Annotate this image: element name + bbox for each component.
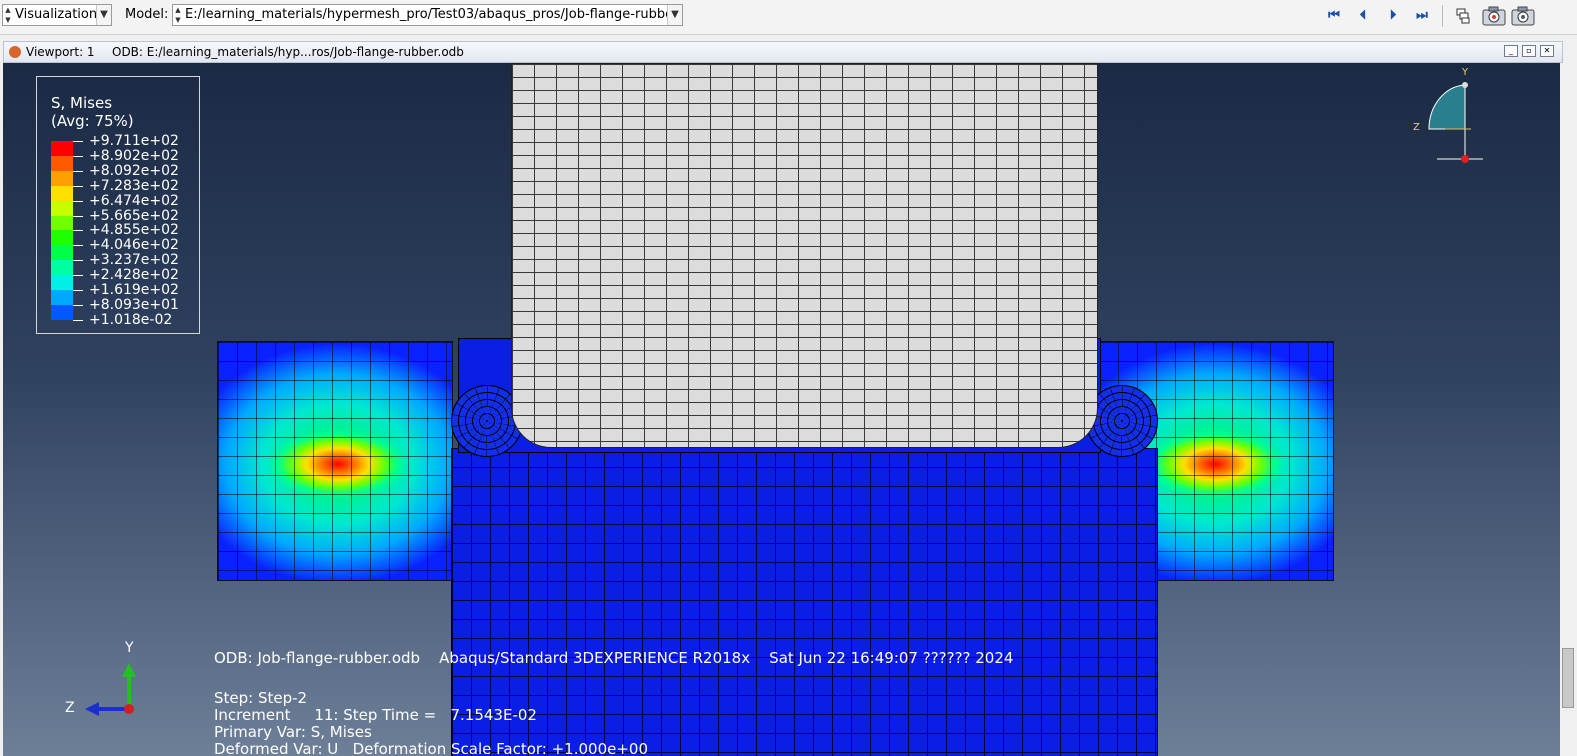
primary-var-info: Primary Var: S, Mises [214, 723, 372, 741]
restore-icon[interactable]: ▫ [1522, 45, 1536, 57]
top-toolbar: ▲ ▼ Visualization ▼ Model: ▲ ▼ E:/learning… [0, 0, 1577, 35]
legend-swatch [51, 230, 73, 246]
legend-tick [73, 155, 83, 157]
legend-subtitle: (Avg: 75%) [51, 112, 134, 130]
legend-tick [73, 245, 83, 247]
camera-icon[interactable] [1511, 5, 1535, 27]
legend-tick [73, 141, 83, 142]
legend-swatch [51, 155, 73, 171]
previous-frame-button[interactable]: ⏴ [1351, 6, 1373, 26]
legend-swatch [51, 185, 73, 201]
legend-tick [73, 275, 83, 277]
module-select-value: Visualization [15, 7, 98, 22]
shaft-mesh [511, 63, 1098, 448]
scrollbar-thumb[interactable] [1562, 648, 1574, 708]
axis-triad: Y Z [63, 640, 153, 723]
minimize-icon[interactable]: _ [1504, 45, 1518, 57]
legend-value: +7.283e+02 [89, 177, 179, 194]
left-flange-mesh [217, 341, 453, 581]
chevron-down-icon[interactable]: ▼ [96, 5, 111, 25]
step-info: Step: Step-2 [214, 689, 308, 707]
legend-value: +8.092e+02 [89, 162, 179, 179]
legend-value: +2.428e+02 [89, 267, 179, 284]
legend-swatch [51, 245, 73, 261]
legend-value: +3.237e+02 [89, 252, 179, 269]
next-frame-button[interactable]: ⏵ [1381, 6, 1403, 26]
legend-value: +8.902e+02 [89, 147, 179, 164]
legend-value: +1.619e+02 [89, 282, 179, 298]
legend-tick [73, 185, 83, 187]
viewport-icon [9, 46, 21, 58]
legend-swatch [51, 275, 73, 291]
view-orientation-widget[interactable]: Y Z [1411, 67, 1491, 167]
view-cube-z-label: Z [1413, 122, 1420, 133]
model-label: Model: [125, 7, 169, 22]
pipe-mesh [451, 448, 1158, 756]
legend-title: S, Mises [51, 94, 113, 112]
legend-value: +5.665e+02 [89, 207, 179, 224]
model-select-value: E:/learning_materials/hypermesh_pro/Test… [185, 7, 683, 22]
toolbar-separator [1442, 5, 1443, 27]
module-spin-icon[interactable]: ▲ ▼ [3, 5, 13, 25]
legend-tick [73, 319, 83, 321]
legend-value: +8.093e+01 [89, 296, 179, 313]
deformed-var-info: Deformed Var: U Deformation Scale Factor… [214, 740, 649, 756]
triad-z-label: Z [65, 700, 75, 716]
legend-tick [73, 290, 83, 291]
triad-y-label: Y [125, 640, 134, 656]
legend-swatch [51, 304, 73, 320]
last-frame-button[interactable]: ⏭ [1410, 6, 1432, 26]
view-cube-y-label: Y [1462, 67, 1469, 78]
chevron-down-icon[interactable]: ▼ [667, 5, 682, 25]
model-select[interactable]: ▲ ▼ E:/learning_materials/hypermesh_pro/T… [172, 4, 683, 26]
viewport-odb-path: ODB: E:/learning_materials/hyp...ros/Job… [112, 45, 464, 59]
stress-legend: S, Mises (Avg: 75%) +9.711e+02 +8.902e+02… [36, 76, 200, 334]
first-frame-button[interactable]: ⏮ [1322, 6, 1344, 26]
legend-value: +6.474e+02 [89, 192, 179, 209]
legend-swatch [51, 215, 73, 231]
model-spin-icon[interactable]: ▲ ▼ [173, 5, 183, 25]
legend-tick [73, 260, 83, 262]
legend-tick [73, 170, 83, 172]
legend-tick [73, 200, 83, 202]
legend-tick [73, 230, 83, 232]
legend-value: +4.046e+02 [89, 237, 179, 254]
odb-info-line: ODB: Job-flange-rubber.odb Abaqus/Standa… [214, 649, 1014, 667]
viewport-canvas[interactable]: S, Mises (Avg: 75%) +9.711e+02 +8.902e+02… [3, 63, 1560, 756]
close-icon[interactable]: ✕ [1540, 45, 1554, 57]
viewport-title-bar[interactable]: Viewport: 1 ODB: E:/learning_materials/h… [3, 41, 1563, 63]
legend-swatch [51, 290, 73, 305]
legend-swatch [51, 170, 73, 186]
legend-value: +4.855e+02 [89, 222, 179, 239]
legend-tick [73, 215, 83, 217]
legend-swatch [51, 260, 73, 276]
legend-swatch [51, 141, 73, 156]
increment-info: Increment 11: Step Time = 7.1543E-02 [214, 706, 537, 724]
legend-swatch [51, 200, 73, 216]
legend-value: +1.018e-02 [89, 311, 173, 328]
animation-camera-icon[interactable] [1482, 5, 1506, 27]
viewport-name: Viewport: 1 [26, 45, 95, 59]
legend-tick [73, 304, 83, 306]
frame-selector-icon[interactable] [1456, 8, 1470, 24]
legend-value: +9.711e+02 [89, 133, 179, 149]
module-select[interactable]: ▲ ▼ Visualization ▼ [2, 4, 112, 26]
